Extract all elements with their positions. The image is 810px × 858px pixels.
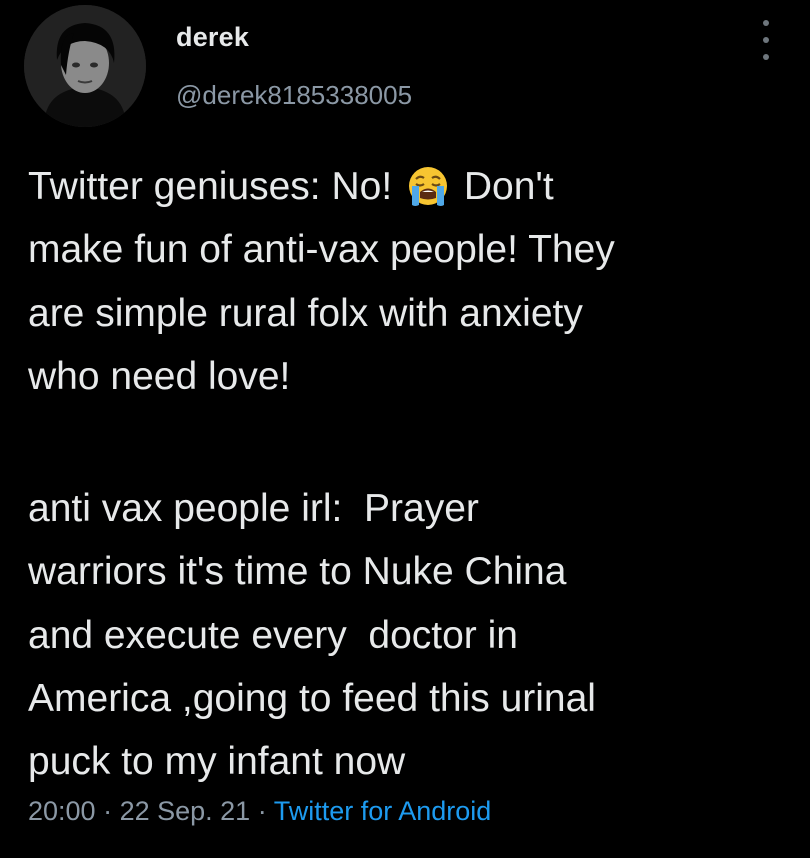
tweet-card: derek @derek8185338005 Twitter geniuses:… xyxy=(0,0,810,858)
tweet-text-rest: make fun of anti-vax people! They are si… xyxy=(28,228,615,398)
profile-photo-icon xyxy=(24,5,146,127)
tweet-source-link[interactable]: Twitter for Android xyxy=(274,796,492,826)
user-handle[interactable]: @derek8185338005 xyxy=(176,80,412,111)
dot xyxy=(763,20,769,26)
loudly-crying-face-icon xyxy=(407,163,449,206)
tweet-text-paragraph-2: anti vax people irl: Prayer warriors it'… xyxy=(28,487,596,784)
dot xyxy=(763,37,769,43)
separator: · xyxy=(95,796,120,826)
separator: · xyxy=(250,796,274,826)
avatar[interactable] xyxy=(24,5,146,127)
tweet-metadata: 20:00 · 22 Sep. 21 · Twitter for Android xyxy=(28,796,491,827)
tweet-time[interactable]: 20:00 xyxy=(28,796,96,826)
tweet-text-line1-start: Twitter geniuses: No! xyxy=(28,165,403,208)
display-name[interactable]: derek xyxy=(176,22,249,53)
tweet-date[interactable]: 22 Sep. 21 xyxy=(120,796,251,826)
tweet-text-line1-end: Don't xyxy=(453,165,554,208)
dot xyxy=(763,54,769,60)
tweet-text-paragraph-1: Twitter geniuses: No! Don't make fun of … xyxy=(28,155,798,408)
more-options-icon[interactable] xyxy=(754,20,778,60)
